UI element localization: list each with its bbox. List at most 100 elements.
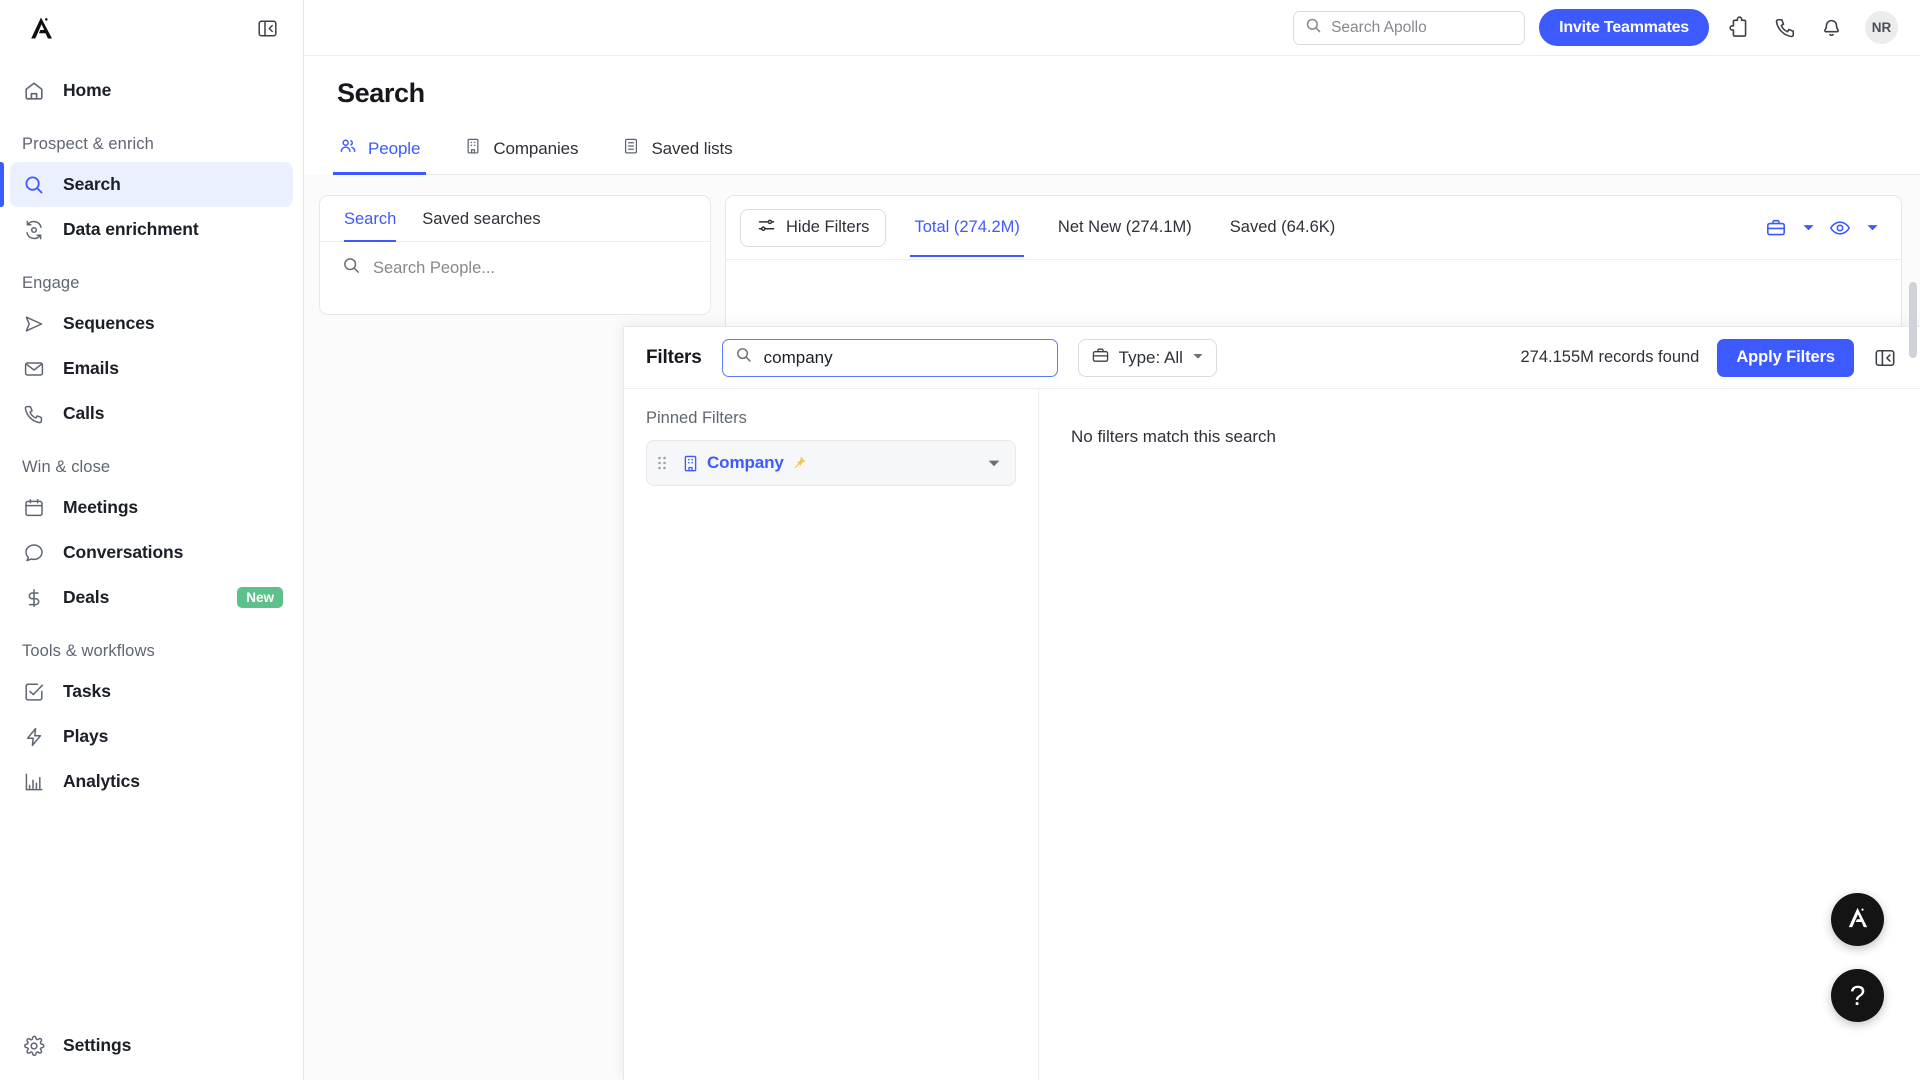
sidebar-item-label: Meetings <box>63 497 139 517</box>
avatar[interactable]: NR <box>1865 11 1898 44</box>
briefcase-icon[interactable] <box>1759 211 1793 245</box>
checkbox-icon <box>22 680 46 704</box>
filter-sliders-icon <box>757 216 776 240</box>
sidebar-item-label: Calls <box>63 403 105 423</box>
results-toolbar-actions <box>1759 211 1883 245</box>
tab-saved-lists[interactable]: Saved lists <box>620 131 734 174</box>
chevron-down-icon[interactable] <box>1861 213 1883 243</box>
filters-collapse-icon[interactable] <box>1872 345 1898 371</box>
help-fab[interactable]: ? <box>1831 969 1884 1022</box>
tab-companies[interactable]: Companies <box>462 131 580 174</box>
sidebar-item-label: Tasks <box>63 681 111 701</box>
bell-icon[interactable] <box>1815 12 1847 44</box>
apply-filters-button[interactable]: Apply Filters <box>1717 338 1854 377</box>
filters-overlay: Filters company Type: All 274.155M recor… <box>623 326 1920 1080</box>
sidebar-section-label: Tools & workflows <box>22 642 155 660</box>
results-tabs: Total (274.2M) Net New (274.1M) Saved (6… <box>910 196 1339 259</box>
pin-icon[interactable] <box>791 455 807 471</box>
search-panel: Search Saved searches Search People... <box>319 195 711 315</box>
vertical-scrollbar[interactable] <box>1909 282 1917 358</box>
sidebar-item-emails[interactable]: Emails <box>10 346 293 391</box>
search-icon <box>735 346 753 369</box>
sidebar-header <box>0 0 303 56</box>
apollo-logo-icon[interactable] <box>26 13 56 43</box>
chevron-down-icon[interactable] <box>987 456 1001 470</box>
tab-label: Saved lists <box>651 138 733 158</box>
filters-list-pane: Pinned Filters Company <box>624 389 1039 1080</box>
sidebar-item-analytics[interactable]: Analytics <box>10 759 293 804</box>
chat-bubble-icon <box>22 541 46 565</box>
filters-title: Filters <box>646 346 702 368</box>
chevron-down-icon[interactable] <box>1797 213 1819 243</box>
data-enrichment-icon <box>22 218 46 242</box>
search-panel-tab-search[interactable]: Search <box>344 210 397 242</box>
pinned-filter-company[interactable]: Company <box>646 440 1016 486</box>
tab-label: Companies <box>493 138 579 158</box>
results-tab-net-new[interactable]: Net New (274.1M) <box>1054 198 1196 257</box>
sidebar-section-label: Win & close <box>22 458 111 476</box>
search-icon <box>342 256 361 280</box>
sidebar-item-home[interactable]: Home <box>10 68 293 113</box>
tab-people[interactable]: People <box>332 131 427 175</box>
search-panel-tabs: Search Saved searches <box>320 196 710 242</box>
chevron-down-icon <box>1192 349 1204 367</box>
topbar: Search Apollo Invite Teammates NR <box>304 0 1920 56</box>
phone-icon[interactable] <box>1769 12 1801 44</box>
filters-type-dropdown[interactable]: Type: All <box>1077 338 1217 377</box>
sidebar-item-conversations[interactable]: Conversations <box>10 530 293 575</box>
sidebar-item-label: Settings <box>63 1035 132 1055</box>
sidebar-item-settings[interactable]: Settings <box>10 1023 293 1068</box>
hide-filters-button[interactable]: Hide Filters <box>740 208 887 247</box>
app-root: Home Prospect & enrich Search Data enric… <box>0 0 1920 1080</box>
global-search-input[interactable]: Search Apollo <box>1293 10 1526 45</box>
hide-filters-label: Hide Filters <box>786 218 870 236</box>
page-tabs: People Companies Saved lists <box>332 131 1920 175</box>
filters-detail-pane: No filters match this search <box>1039 389 1920 1080</box>
sidebar-item-meetings[interactable]: Meetings <box>10 485 293 530</box>
filters-header-right: 274.155M records found Apply Filters <box>1520 338 1898 377</box>
sidebar-section-label: Engage <box>22 274 80 292</box>
sidebar-item-data-enrichment[interactable]: Data enrichment <box>10 207 293 252</box>
eye-icon[interactable] <box>1823 211 1857 245</box>
send-icon <box>22 312 46 336</box>
briefcase-icon <box>1091 346 1110 370</box>
drag-handle-icon[interactable] <box>647 454 677 472</box>
results-tab-total[interactable]: Total (274.2M) <box>910 198 1025 257</box>
sidebar-item-calls[interactable]: Calls <box>10 391 293 436</box>
apollo-assistant-fab[interactable] <box>1831 893 1884 946</box>
filters-type-label: Type: All <box>1118 347 1183 367</box>
filters-body: Pinned Filters Company No filters match … <box>624 389 1920 1080</box>
filters-header: Filters company Type: All 274.155M recor… <box>624 327 1920 389</box>
sidebar-footer: Settings <box>0 1023 303 1068</box>
tab-label: People <box>368 138 421 158</box>
sidebar-section-label: Prospect & enrich <box>22 135 154 153</box>
results-toolbar: Hide Filters Total (274.2M) Net New (274… <box>726 196 1901 260</box>
no-filters-message: No filters match this search <box>1071 427 1277 446</box>
sidebar-item-sequences[interactable]: Sequences <box>10 301 293 346</box>
results-tab-saved[interactable]: Saved (64.6K) <box>1226 198 1339 257</box>
sidebar-item-label: Plays <box>63 726 109 746</box>
invite-teammates-button[interactable]: Invite Teammates <box>1539 9 1709 46</box>
sidebar-item-label: Data enrichment <box>63 219 199 239</box>
filters-search-input[interactable]: company <box>721 338 1058 377</box>
home-icon <box>22 79 46 103</box>
sidebar-item-deals[interactable]: Deals New <box>10 575 293 620</box>
search-panel-tab-saved-searches[interactable]: Saved searches <box>422 210 540 241</box>
puzzle-icon[interactable] <box>1723 12 1755 44</box>
sidebar-collapse-icon[interactable] <box>255 16 279 40</box>
page-title: Search <box>337 78 425 108</box>
building-icon <box>464 137 482 160</box>
search-people-input[interactable]: Search People... <box>320 242 710 294</box>
people-icon <box>339 137 357 160</box>
main-area: Search Apollo Invite Teammates NR Search… <box>304 0 1920 1080</box>
sidebar-item-plays[interactable]: Plays <box>10 714 293 759</box>
sidebar-item-search[interactable]: Search <box>0 162 293 207</box>
pinned-filter-label: Company <box>707 453 784 472</box>
sidebar-item-label: Emails <box>63 358 119 378</box>
dollar-icon <box>22 586 46 610</box>
sidebar-item-tasks[interactable]: Tasks <box>10 669 293 714</box>
envelope-icon <box>22 357 46 381</box>
filters-search-value: company <box>763 347 833 367</box>
sidebar-item-label: Analytics <box>63 771 140 791</box>
building-icon <box>677 454 703 473</box>
